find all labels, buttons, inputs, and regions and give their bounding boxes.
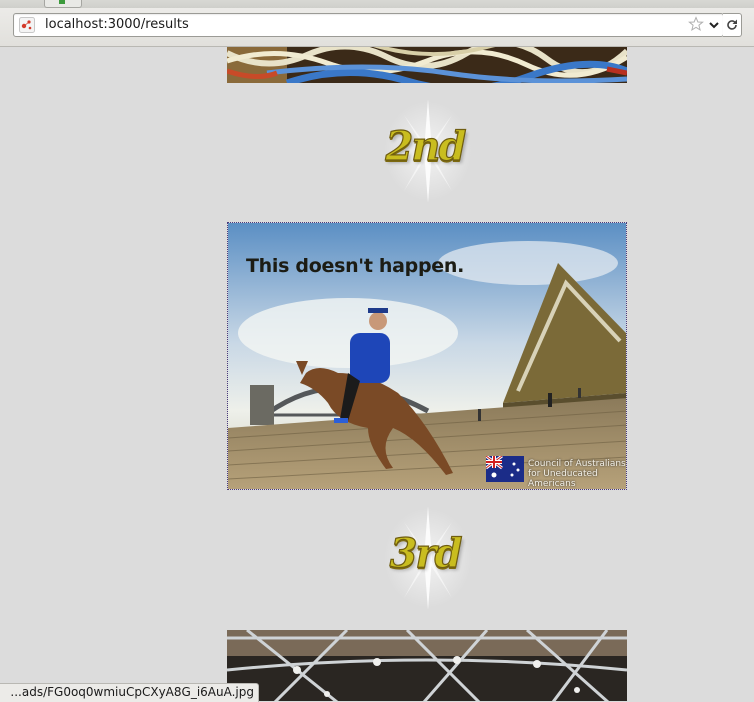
second-place-label: 2nd [385, 122, 467, 170]
second-place-badge: 2nd [360, 95, 490, 205]
chevron-down-icon[interactable] [708, 18, 720, 32]
cables-photo [227, 47, 627, 83]
bookmark-star-icon[interactable] [688, 16, 704, 32]
address-bar[interactable]: localhost:3000/results [13, 13, 724, 37]
steel-roof-photo [227, 630, 627, 701]
url-text[interactable]: localhost:3000/results [45, 17, 189, 32]
status-bar: ...ads/FG0oq0wmiuCpCXyA8G_i6AuA.jpg [0, 683, 259, 702]
reload-button[interactable] [723, 13, 742, 37]
browser-tab[interactable] [44, 0, 82, 8]
poster-headline: This doesn't happen. [246, 255, 464, 277]
result-image-third[interactable] [227, 630, 627, 701]
result-image-second[interactable]: This doesn't happen. Council of Australi… [227, 222, 627, 490]
site-identity-icon[interactable] [19, 17, 35, 33]
result-image-first[interactable] [227, 47, 627, 83]
tab-strip [0, 0, 754, 8]
status-link-url: ...ads/FG0oq0wmiuCpCXyA8G_i6AuA.jpg [10, 685, 254, 699]
results-page: 2nd This doesn't happen. Council of Aust… [0, 47, 754, 701]
third-place-badge: 3rd [360, 502, 490, 612]
reload-icon [727, 19, 737, 30]
australian-flag-icon [486, 456, 524, 482]
tab-favicon-icon [59, 0, 65, 4]
third-place-label: 3rd [389, 529, 463, 577]
poster-council-text: Council of Australians for Uneducated Am… [528, 459, 626, 489]
browser-toolbar: localhost:3000/results [0, 8, 754, 47]
